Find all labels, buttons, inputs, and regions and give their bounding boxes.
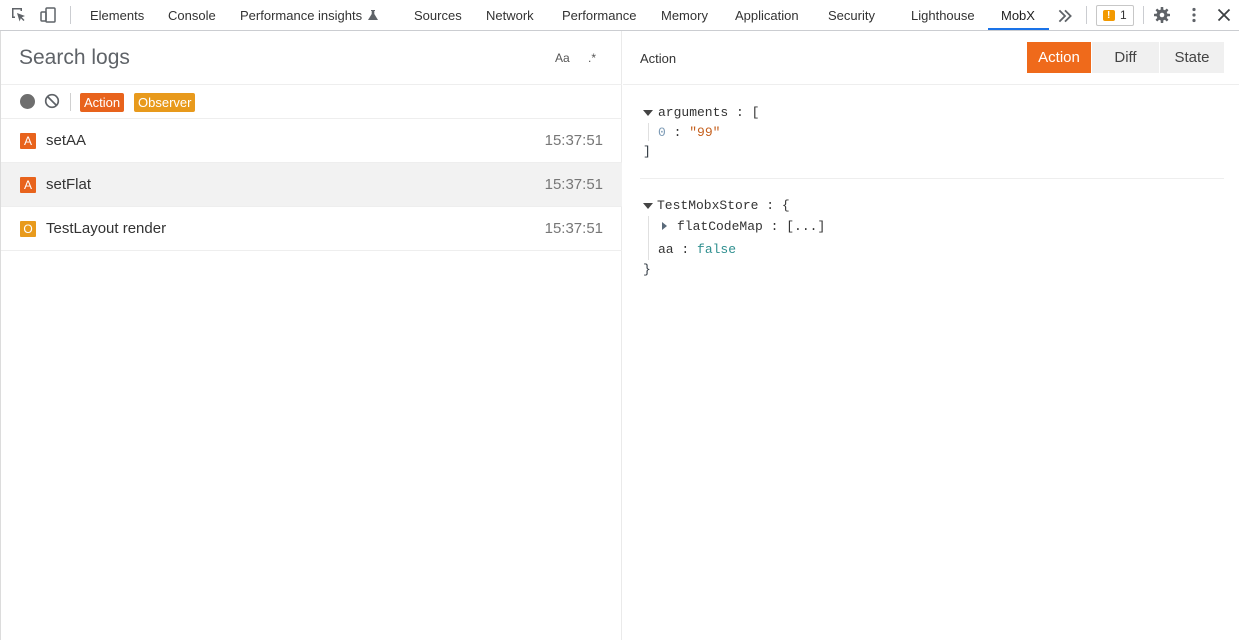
log-filter-bar: Action Observer	[1, 85, 622, 119]
node-key: arguments	[658, 105, 729, 120]
open-bracket: [	[751, 105, 760, 120]
regex-toggle[interactable]: .*	[588, 51, 596, 65]
node-key: TestMobxStore	[657, 198, 759, 213]
close-brace: }	[643, 262, 651, 277]
search-logs-input[interactable]	[19, 43, 519, 73]
field-key: aa	[658, 242, 674, 257]
detail-title: Action	[640, 51, 677, 66]
tab-network[interactable]: Network	[486, 0, 534, 31]
tab-memory[interactable]: Memory	[661, 0, 708, 31]
log-entry-time: 15:37:51	[544, 176, 603, 193]
toolbar-divider	[1086, 6, 1087, 24]
expand-triangle-icon[interactable]	[643, 110, 653, 116]
section-divider	[640, 178, 1224, 179]
argument-item: 0 : "99"	[658, 125, 721, 140]
issue-flag-icon	[1103, 6, 1115, 25]
tab-mobx[interactable]: MobX	[1001, 0, 1035, 31]
issues-count: 1	[1120, 8, 1127, 22]
field-value: [...]	[786, 219, 826, 234]
filter-action-chip[interactable]: Action	[80, 93, 125, 112]
toolbar-divider	[1143, 6, 1144, 24]
item-index: 0	[658, 125, 666, 140]
open-brace: {	[781, 198, 790, 213]
action-badge: A	[20, 177, 36, 193]
observer-badge: O	[20, 221, 36, 237]
store-field-flatcodemap[interactable]: flatCodeMap : [...]	[677, 219, 825, 234]
detail-panel: Action Action Diff State arguments : [ 0…	[623, 31, 1239, 640]
tab-security[interactable]: Security	[828, 0, 875, 31]
tab-performance[interactable]: Performance	[562, 0, 636, 31]
field-key: flatCodeMap	[677, 219, 763, 234]
store-field-aa: aa : false	[658, 242, 737, 257]
inspect-element-icon[interactable]	[10, 6, 28, 24]
device-toolbar-icon[interactable]	[39, 6, 57, 24]
close-bracket: ]	[643, 144, 651, 159]
issues-counter-button[interactable]: 1	[1096, 5, 1134, 26]
flask-icon	[368, 10, 379, 20]
tab-console[interactable]: Console	[168, 0, 216, 31]
detail-header: Action Action Diff State	[623, 31, 1239, 85]
search-bar: Aa .*	[1, 31, 622, 85]
tab-lighthouse[interactable]: Lighthouse	[911, 0, 975, 31]
toolbar-divider	[70, 6, 71, 24]
tab-elements[interactable]: Elements	[90, 0, 144, 31]
log-entry-time: 15:37:51	[544, 220, 603, 237]
expand-triangle-icon[interactable]	[643, 203, 653, 209]
action-badge: A	[20, 133, 36, 149]
active-tab-indicator	[988, 28, 1049, 30]
arguments-node[interactable]: arguments : [	[658, 105, 759, 120]
log-entry[interactable]: AsetFlat 15:37:51	[1, 163, 622, 207]
view-action-button[interactable]: Action	[1027, 42, 1091, 73]
tab-application[interactable]: Application	[735, 0, 799, 31]
tab-sources[interactable]: Sources	[414, 0, 462, 31]
more-tabs-chevron-icon[interactable]	[1056, 7, 1074, 25]
view-state-button[interactable]: State	[1160, 42, 1224, 73]
log-list: AsetAA 15:37:51 AsetFlat 15:37:51 O TestLayou…	[1, 119, 622, 251]
item-value: "99"	[689, 125, 721, 140]
close-devtools-icon[interactable]	[1215, 6, 1233, 24]
collapse-triangle-icon[interactable]	[662, 222, 667, 230]
devtools-toolbar: Elements Console Performance insights So…	[0, 0, 1239, 31]
more-options-kebab-icon[interactable]	[1185, 6, 1203, 24]
log-panel: Aa .* Action Observer AsetAA15:37:51Aset…	[0, 31, 622, 640]
log-entry[interactable]: AsetAA 15:37:51	[1, 119, 622, 163]
log-entry-name: setAA	[46, 132, 87, 149]
log-entry-name: TestLayout render	[46, 220, 167, 237]
record-button[interactable]	[20, 94, 35, 109]
tree-guide	[648, 123, 649, 141]
clear-log-icon[interactable]	[44, 93, 60, 109]
log-entry-time: 15:37:51	[544, 132, 603, 149]
tree-guide	[648, 216, 649, 260]
store-node[interactable]: TestMobxStore : {	[657, 198, 790, 213]
log-entry[interactable]: O TestLayout render 15:37:51	[1, 207, 622, 251]
view-diff-button[interactable]: Diff	[1092, 42, 1159, 73]
filter-observer-chip[interactable]: Observer	[134, 93, 196, 112]
field-value: false	[697, 242, 737, 257]
log-entry-name: setFlat	[46, 176, 92, 193]
filter-divider	[70, 93, 71, 111]
settings-gear-icon[interactable]	[1153, 6, 1171, 24]
tab-performance-insights[interactable]: Performance insights	[240, 0, 379, 31]
match-case-toggle[interactable]: Aa	[555, 51, 570, 65]
tab-label: Performance insights	[240, 8, 363, 23]
